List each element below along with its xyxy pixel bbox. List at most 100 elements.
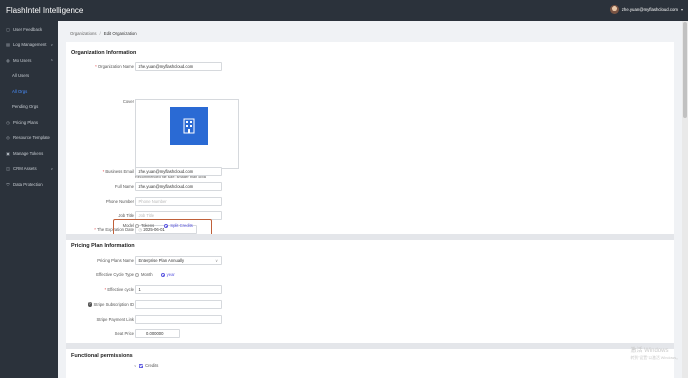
phone-input[interactable]: Phone Number	[135, 197, 222, 206]
section-title-org-info: Organization Information	[71, 50, 137, 56]
effective-cycle-input[interactable]: 1	[135, 285, 222, 294]
section-title-permissions: Functional permissions	[71, 353, 133, 359]
cycle-option-year[interactable]: year	[160, 272, 175, 277]
functional-permissions-card: Functional permissions ∨ Credits	[66, 349, 674, 378]
radio-icon[interactable]	[135, 223, 139, 228]
effective-cycle-label: * Effective cycle	[104, 286, 134, 292]
phone-label: Phone Number	[105, 198, 134, 204]
org-name-input[interactable]: zhe.yuan@myflashcloud.com	[135, 62, 222, 71]
cover-label: Cover	[122, 98, 134, 104]
users-icon: ◍	[6, 57, 10, 63]
credits-checkbox[interactable]	[138, 363, 144, 369]
breadcrumb-current: Edit Organization	[103, 31, 137, 36]
cycle-type-label: Effective Cycle Type	[96, 271, 134, 277]
sidebar-item-log-management[interactable]: ▤ Log Management ∨	[0, 37, 58, 53]
log-icon: ▤	[6, 42, 10, 48]
pricing-plan-card: Pricing Plan Information Pricing Plans N…	[66, 240, 674, 343]
sidebar-item-all-users[interactable]: All Users	[0, 68, 58, 84]
info-icon[interactable]: ?	[87, 302, 92, 307]
stripe-subscription-input[interactable]	[135, 300, 222, 309]
template-icon: ◎	[6, 135, 10, 141]
full-name-input[interactable]: zhe.yuan@myflashcloud.com	[135, 182, 222, 191]
sidebar-item-all-orgs[interactable]: All Orgs	[0, 84, 58, 100]
sidebar-item-mo-users[interactable]: ◍ Mo Users ∧	[0, 53, 58, 69]
sidebar-item-pending-orgs[interactable]: Pending Orgs	[0, 99, 58, 115]
feedback-icon: ▢	[6, 26, 10, 32]
user-menu[interactable]: zhe.yuan@myflashcloud.com ▾	[609, 5, 683, 14]
sidebar-item-label: Data Protection	[13, 181, 43, 187]
cycle-option-month[interactable]: Month	[135, 272, 153, 277]
stripe-link-label: Stripe Payment Link	[96, 316, 134, 322]
shield-icon: ⛉	[6, 181, 10, 187]
stripe-subscription-label: ? Stripe Subscription ID	[87, 301, 134, 307]
sidebar-item-data-protection[interactable]: ⛉ Data Protection	[0, 177, 58, 193]
top-bar: FlashIntel Intelligence zhe.yuan@myflash…	[0, 0, 688, 21]
radio-selected-icon[interactable]	[160, 272, 165, 277]
sidebar-item-manage-tokens[interactable]: ▣ Manage Tokens	[0, 146, 58, 162]
cycle-type-radio-group: Month year	[135, 272, 175, 277]
crm-icon: ◫	[6, 166, 10, 172]
chevron-down-icon[interactable]: ∨	[134, 364, 137, 368]
model-row: Model Tokens Split Credits	[66, 221, 366, 230]
model-radio-group: Tokens Split Credits	[135, 223, 193, 228]
effective-cycle-row: * Effective cycle 1	[66, 285, 366, 294]
sidebar-item-label: Pending Orgs	[12, 104, 39, 110]
user-email[interactable]: zhe.yuan@myflashcloud.com	[622, 7, 678, 12]
org-name-row: * Organization Name zhe.yuan@myflashclou…	[66, 62, 366, 71]
chevron-down-icon: ∨	[215, 258, 218, 263]
sidebar-item-resource-template[interactable]: ◎ Resource Template	[0, 130, 58, 146]
plan-name-select[interactable]: Enterprise Plan Annually ∨	[135, 256, 222, 265]
sidebar-item-crm-assets[interactable]: ◫ CRM Assets ∨	[0, 161, 58, 177]
breadcrumb-parent[interactable]: Organizations	[70, 31, 97, 36]
stripe-link-row: Stripe Payment Link	[66, 315, 366, 324]
business-email-row: * Business Email zhe.yuan@myflashcloud.c…	[66, 167, 366, 176]
chevron-down-icon[interactable]: ▾	[681, 7, 683, 12]
sidebar-item-label: CRM Assets	[13, 166, 37, 172]
cover-upload[interactable]	[135, 99, 239, 169]
stripe-link-input[interactable]	[135, 315, 222, 324]
token-icon: ▣	[6, 150, 10, 156]
seat-price-label: Seat Price	[114, 330, 134, 336]
plan-name-row: Pricing Plans Name Enterprise Plan Annua…	[66, 256, 366, 265]
phone-row: Phone Number Phone Number	[66, 197, 366, 206]
stripe-subscription-row: ? Stripe Subscription ID	[66, 300, 366, 309]
main-content: Organizations / Edit Organization Organiza…	[58, 21, 682, 378]
sidebar: ▢ User Feedback ▤ Log Management ∨ ◍ Mo …	[0, 21, 58, 378]
chevron-down-icon: ∨	[50, 166, 53, 171]
business-email-input[interactable]: zhe.yuan@myflashcloud.com	[135, 167, 222, 176]
avatar[interactable]	[609, 5, 619, 14]
breadcrumb-separator: /	[99, 31, 101, 36]
breadcrumb: Organizations / Edit Organization	[70, 31, 137, 36]
job-title-label: Job Title	[118, 212, 134, 218]
sidebar-item-label: Log Management	[13, 42, 47, 48]
app-title: FlashIntel Intelligence	[6, 6, 84, 15]
model-option-split-credits[interactable]: Split Credits	[164, 223, 193, 228]
model-option-tokens[interactable]: Tokens	[135, 223, 154, 228]
org-name-label: * Organization Name	[95, 63, 134, 69]
building-icon	[170, 107, 208, 145]
chevron-down-icon: ∨	[50, 42, 53, 47]
radio-selected-icon[interactable]	[164, 223, 169, 228]
windows-activation-watermark: 激活 Windows 转到"设置"以激活 Windows。	[630, 348, 680, 362]
model-label: Model	[122, 222, 134, 228]
scrollbar-thumb[interactable]	[683, 22, 687, 118]
seat-price-input[interactable]: 0.000000	[135, 329, 180, 338]
full-name-label: Full Name	[114, 183, 134, 189]
watermark-subtitle: 转到"设置"以激活 Windows。	[630, 356, 680, 360]
sidebar-item-label: Mo Users	[13, 57, 32, 63]
credits-label: Credits	[145, 363, 159, 368]
radio-icon[interactable]	[135, 272, 139, 277]
sidebar-item-pricing-plans[interactable]: ◷ Pricing Plans	[0, 115, 58, 131]
credits-checkbox-row[interactable]: ∨ Credits	[134, 363, 159, 369]
sidebar-item-label: All Orgs	[12, 88, 28, 94]
sidebar-item-label: All Users	[12, 73, 30, 79]
sidebar-item-label: User Feedback	[13, 26, 43, 32]
organization-info-card: Organization Information * Organization …	[66, 42, 674, 234]
sidebar-item-label: Manage Tokens	[13, 150, 44, 156]
business-email-label: * Business Email	[102, 168, 134, 174]
pricing-icon: ◷	[6, 119, 10, 125]
watermark-title: 激活 Windows	[630, 348, 669, 354]
job-title-row: Job Title Job Title	[66, 211, 366, 220]
sidebar-item-user-feedback[interactable]: ▢ User Feedback	[0, 22, 58, 38]
section-title-pricing: Pricing Plan Information	[71, 243, 135, 249]
